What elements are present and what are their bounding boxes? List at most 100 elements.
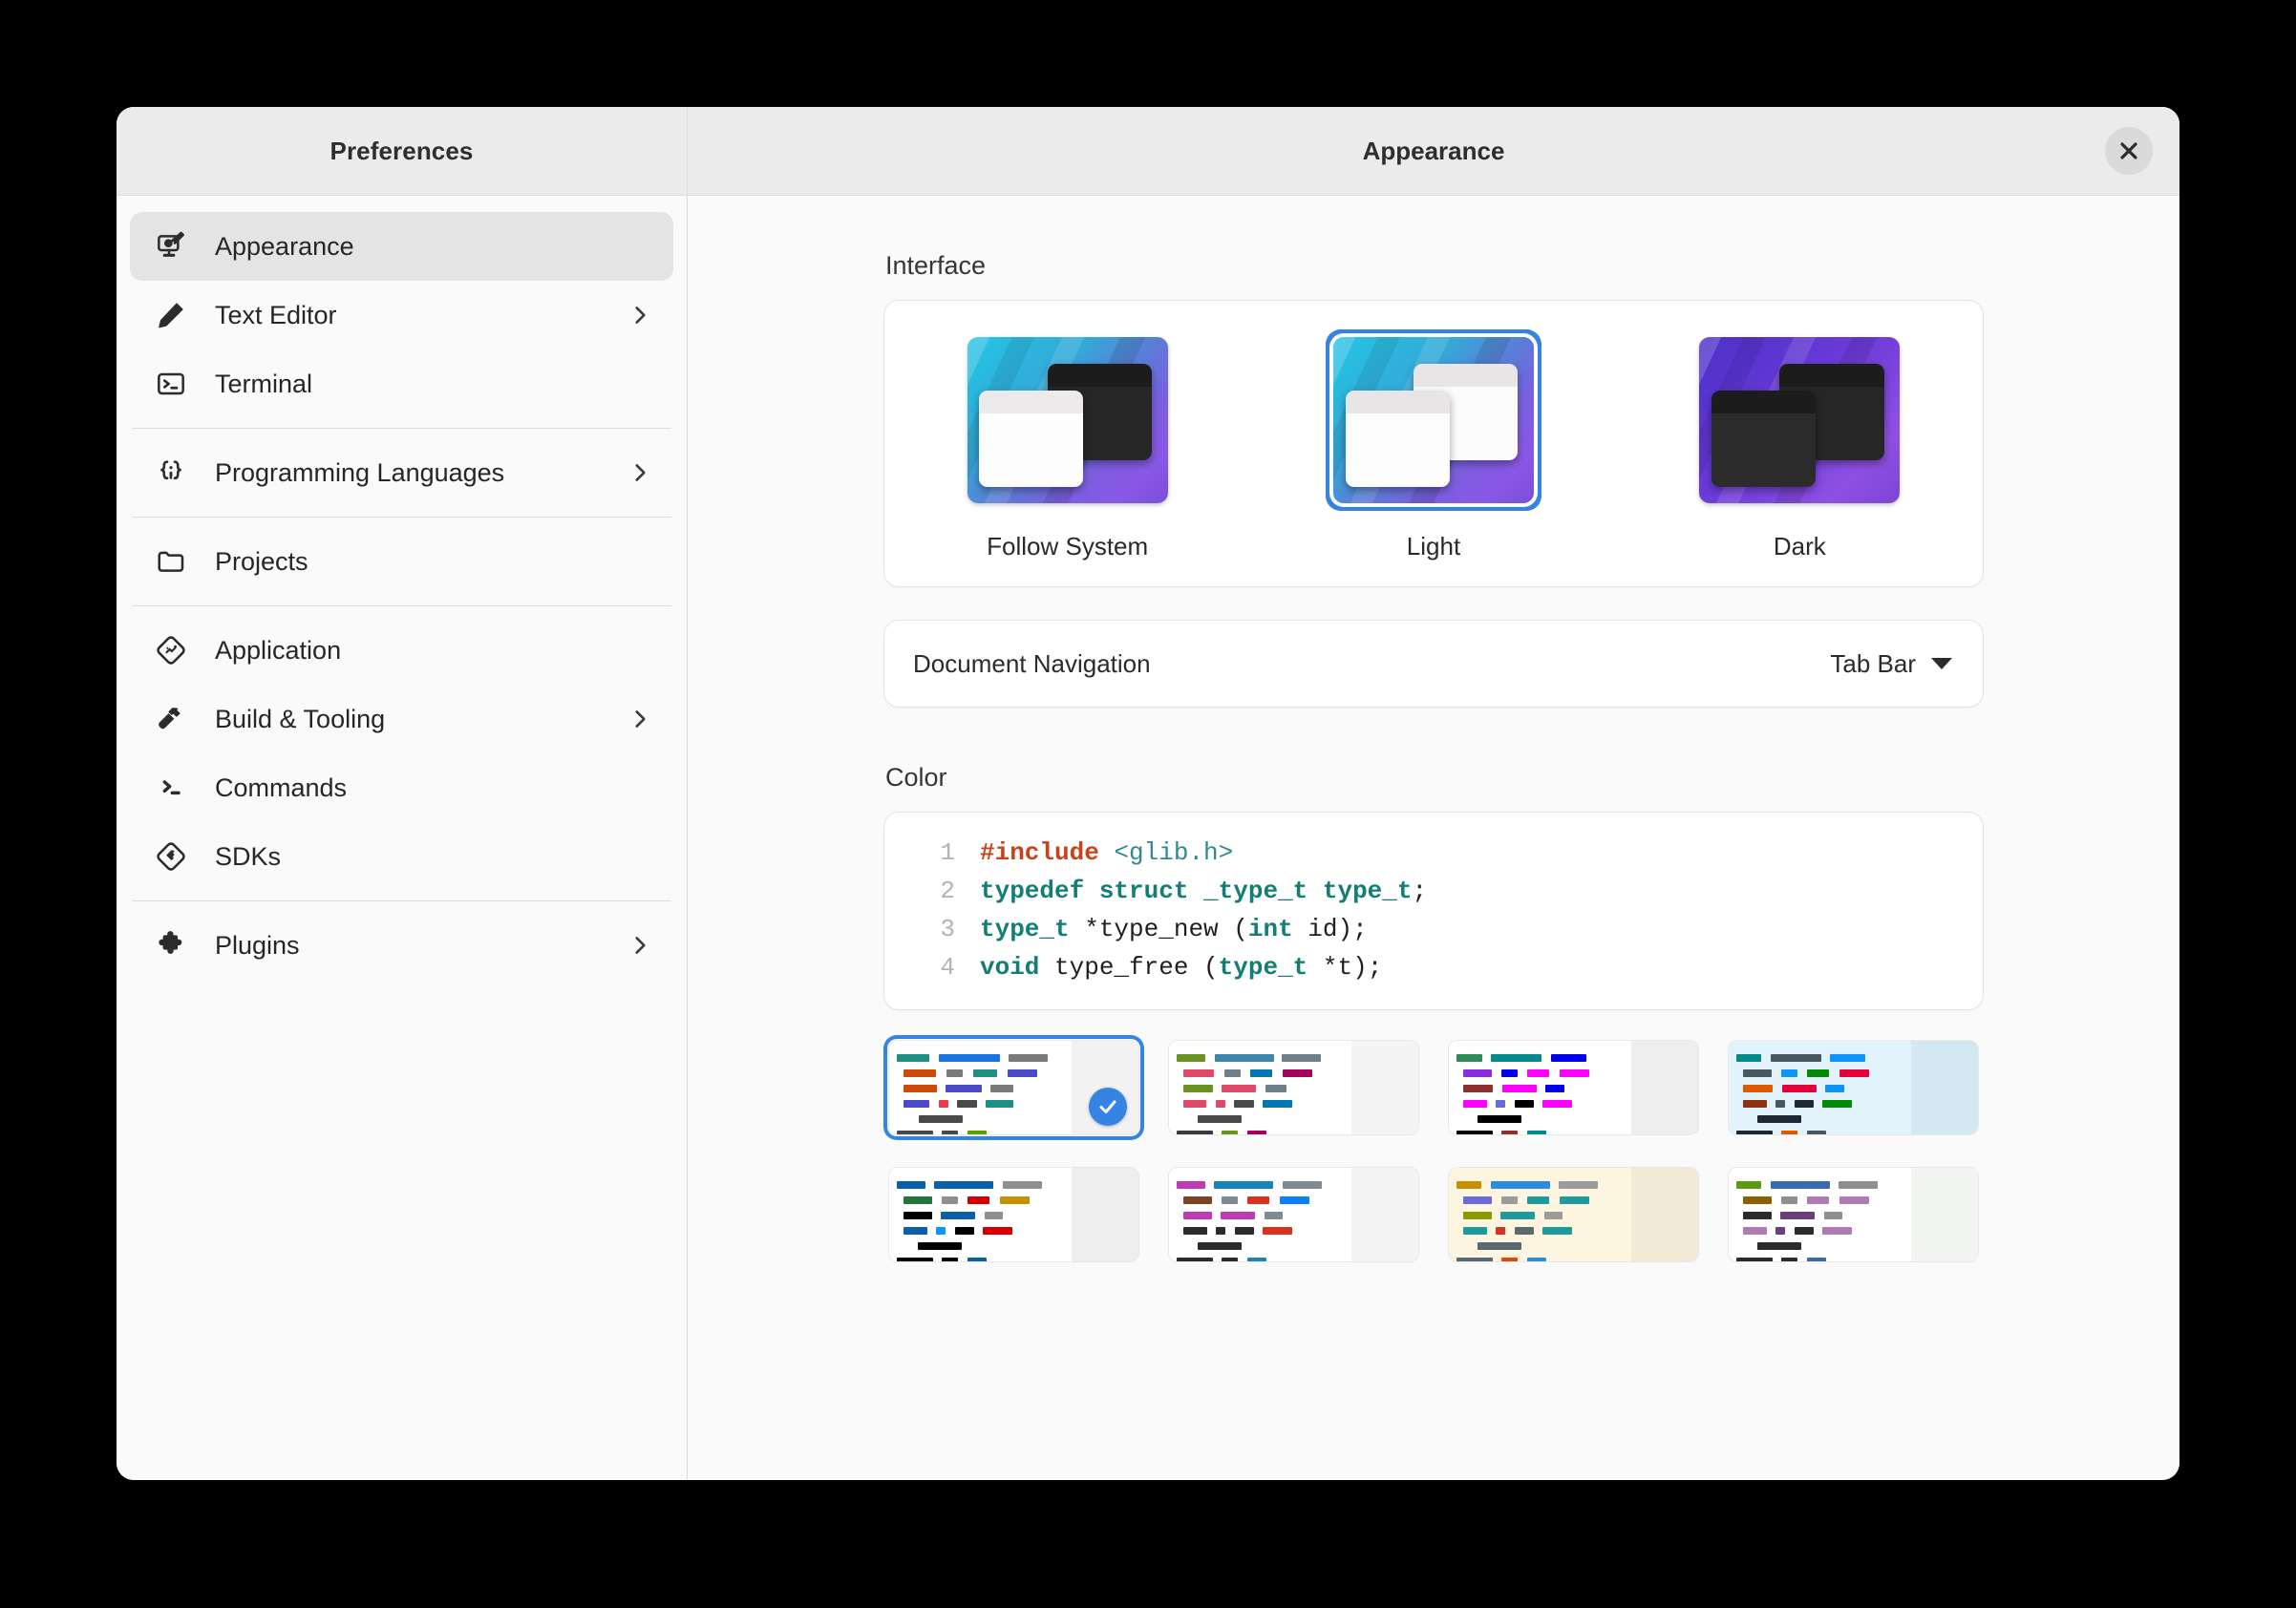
sidebar-item-commands[interactable]: Commands — [130, 753, 673, 822]
sidebar-item-terminal[interactable]: Terminal — [130, 349, 673, 418]
braces-icon — [155, 456, 187, 489]
scheme-preview-token — [1735, 1257, 1773, 1261]
scheme-preview-line — [1169, 1195, 1351, 1205]
document-navigation-label: Document Navigation — [913, 648, 1151, 678]
scheme-preview-token — [1742, 1084, 1774, 1092]
close-icon — [2120, 142, 2137, 159]
scheme-preview-token — [1198, 1114, 1243, 1123]
puzzle-icon — [155, 929, 187, 962]
scheme-preview-token — [1770, 1053, 1821, 1062]
code-token: #include — [980, 838, 1099, 867]
scheme-preview-token — [1462, 1084, 1494, 1092]
scheme-preview-line — [1729, 1179, 1911, 1190]
sidebar-item-text-editor[interactable]: Text Editor — [130, 281, 673, 349]
sidebar-group: Application Build & Tooling Commands SDKs — [130, 612, 673, 895]
line-number: 4 — [940, 953, 955, 982]
scheme-classic[interactable] — [1443, 1035, 1704, 1140]
scheme-magenta[interactable] — [1163, 1162, 1424, 1267]
scheme-preview-token — [1526, 1257, 1546, 1261]
scheme-preview-token — [986, 1099, 1014, 1108]
scheme-preview-main — [889, 1041, 1072, 1134]
sidebar-nav: Appearance Text Editor Terminal Programmi… — [117, 196, 687, 1480]
sidebar-item-plugins[interactable]: Plugins — [130, 911, 673, 980]
scheme-light-blue[interactable] — [1723, 1035, 1984, 1140]
content-scroll-area[interactable]: Interface Follow System Light Dark Docum… — [688, 196, 2179, 1480]
scheme-preview-line — [1449, 1113, 1631, 1124]
close-button[interactable] — [2105, 127, 2153, 175]
scheme-preview-token — [1008, 1053, 1048, 1062]
line-number: 1 — [940, 838, 955, 867]
code-token: void — [980, 953, 1040, 982]
hammer-icon — [155, 703, 187, 735]
sidebar-item-appearance[interactable]: Appearance — [130, 212, 673, 281]
scheme-preview-token — [1002, 1180, 1042, 1189]
scheme-preview-token — [1250, 1068, 1273, 1077]
scheme-solarized-ish[interactable] — [1163, 1035, 1424, 1140]
scheme-preview-token — [1757, 1241, 1802, 1250]
scheme-preview-token — [1830, 1053, 1866, 1062]
chevron-right-icon — [635, 464, 646, 481]
document-navigation-row[interactable]: Document Navigation Tab Bar — [883, 620, 1984, 708]
scheme-preview — [1728, 1040, 1979, 1135]
scheme-preview-token — [903, 1211, 932, 1219]
sidebar-item-projects[interactable]: Projects — [130, 527, 673, 596]
scheme-preview-line — [1729, 1210, 1911, 1220]
sidebar-item-application[interactable]: Application — [130, 616, 673, 685]
code-token: *t); — [1307, 953, 1383, 982]
content-pane: Appearance Interface Follow System Light… — [688, 107, 2179, 1480]
scheme-kate[interactable] — [883, 1162, 1144, 1267]
scheme-preview-line — [889, 1129, 1072, 1134]
document-navigation-value: Tab Bar — [1830, 648, 1916, 678]
scheme-preview-line — [889, 1225, 1072, 1236]
scheme-preview-sidebar — [1910, 1168, 1978, 1261]
scheme-preview-token — [1222, 1084, 1257, 1092]
scheme-preview-token — [938, 1099, 948, 1108]
scheme-preview-main — [1449, 1168, 1631, 1261]
scheme-preview-line — [889, 1210, 1072, 1220]
scheme-preview-token — [938, 1053, 1001, 1062]
scheme-preview-token — [946, 1084, 982, 1092]
scheme-preview-token — [1806, 1130, 1826, 1134]
scheme-preview-token — [896, 1180, 925, 1189]
scheme-preview-line — [1449, 1210, 1631, 1220]
theme-option-dark[interactable]: Dark — [1656, 329, 1943, 561]
application-icon — [155, 634, 187, 666]
scheme-preview-token — [1456, 1180, 1482, 1189]
document-navigation-dropdown[interactable]: Tab Bar — [1830, 649, 1952, 679]
scheme-adwaita[interactable] — [883, 1035, 1144, 1140]
scheme-violet[interactable] — [1723, 1162, 1984, 1267]
sidebar-item-label: Build & Tooling — [215, 704, 386, 733]
chevron-right-icon — [635, 307, 646, 324]
scheme-preview-token — [1282, 1053, 1322, 1062]
scheme-preview-token — [1742, 1211, 1772, 1219]
theme-option-light[interactable]: Light — [1290, 329, 1577, 561]
scheme-preview-sidebar — [1630, 1168, 1698, 1261]
scheme-preview-token — [1839, 1180, 1879, 1189]
scheme-cream[interactable] — [1443, 1162, 1704, 1267]
scheme-preview-line — [1729, 1098, 1911, 1109]
scheme-preview-line — [1729, 1129, 1911, 1134]
sidebar-separator — [132, 900, 671, 901]
scheme-preview-line — [1729, 1113, 1911, 1124]
sidebar-item-programming-languages[interactable]: Programming Languages — [130, 438, 673, 507]
scheme-preview-line — [889, 1068, 1072, 1078]
sidebar-item-build-tooling[interactable]: Build & Tooling — [130, 685, 673, 753]
scheme-preview-token — [1182, 1195, 1212, 1204]
theme-option-follow-system[interactable]: Follow System — [925, 329, 1211, 561]
scheme-preview — [1448, 1040, 1699, 1135]
sidebar-item-label: Text Editor — [215, 300, 337, 329]
scheme-preview-token — [1514, 1226, 1534, 1235]
code-text: type_t *type_new (int id); — [980, 910, 1368, 948]
scheme-preview-token — [1514, 1099, 1534, 1108]
scheme-preview-token — [967, 1130, 987, 1134]
scheme-preview-token — [1735, 1053, 1762, 1062]
scheme-preview-token — [1182, 1211, 1212, 1219]
sidebar-group: Appearance Text Editor Terminal — [130, 208, 673, 422]
theme-preview-image — [1332, 337, 1534, 503]
scheme-preview-token — [896, 1053, 930, 1062]
scheme-preview — [1168, 1167, 1419, 1262]
scheme-preview-token — [1775, 1099, 1786, 1108]
sidebar-item-chevron — [627, 707, 652, 731]
scheme-preview-line — [889, 1179, 1072, 1190]
sidebar-item-sdks[interactable]: SDKs — [130, 822, 673, 891]
